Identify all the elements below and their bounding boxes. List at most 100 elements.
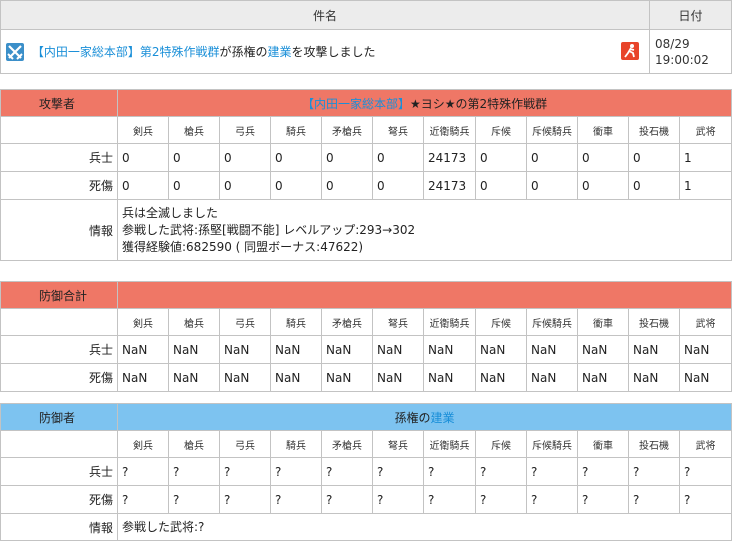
column-header: 武将: [678, 430, 732, 458]
table-cell: ?: [628, 485, 680, 514]
column-header: 近衛騎兵: [423, 430, 476, 458]
table-cell: 24173: [423, 171, 476, 200]
defense-total-casualties-row: 死傷 NaN NaN NaN NaN NaN NaN NaN NaN NaN N…: [0, 363, 732, 392]
attacker-title: 【内田一家総本部】★ヨシ★の第2特殊作戦群: [116, 89, 732, 117]
table-cell: NaN: [168, 335, 220, 364]
column-header: 衝車: [577, 308, 629, 336]
table-cell: NaN: [270, 335, 322, 364]
unit-link[interactable]: 第2特殊作戦群: [140, 45, 220, 59]
table-cell: 0: [168, 171, 220, 200]
table-cell: ?: [219, 457, 271, 486]
report-subject[interactable]: 【内田一家総本部】第2特殊作戦群が孫権の建業を攻撃しました: [0, 29, 650, 74]
defender-info: 参戦した武将:?: [116, 513, 732, 541]
report-list: 件名 日付 【内田一家総本部】第2特殊作戦群が孫権の建業を攻撃しました 08/2…: [0, 0, 732, 74]
target-city-link[interactable]: 建業: [268, 45, 292, 59]
table-cell: 0: [321, 143, 373, 172]
table-cell: 0: [321, 171, 373, 200]
column-header: 弓兵: [219, 430, 271, 458]
defender-label: 防御者: [0, 403, 118, 431]
alliance-link[interactable]: 【内田一家総本部】: [32, 45, 140, 59]
table-cell: ?: [270, 485, 322, 514]
defense-total-table: 防御合計 剣兵 槍兵 弓兵 騎兵 矛槍兵 弩兵 近衛騎兵 斥候 斥候騎兵 衝車 …: [0, 281, 732, 392]
column-header: 衝車: [577, 116, 629, 144]
column-header: 槍兵: [168, 308, 220, 336]
defender-soldiers-row: 兵士 ? ? ? ? ? ? ? ? ? ? ? ?: [0, 457, 732, 486]
table-cell: 0: [628, 143, 680, 172]
table-cell: 0: [270, 171, 322, 200]
defender-table: 防御者 孫権の建業 剣兵 槍兵 弓兵 騎兵 矛槍兵 弩兵 近衛騎兵 斥候 斥候騎…: [0, 403, 732, 541]
defender-title: 孫権の建業: [116, 403, 732, 431]
row-label: 兵士: [0, 335, 118, 364]
column-header: 弓兵: [219, 308, 271, 336]
defender-info-row: 情報 参戦した武将:?: [0, 513, 732, 541]
defense-total-soldiers-row: 兵士 NaN NaN NaN NaN NaN NaN NaN NaN NaN N…: [0, 335, 732, 364]
table-cell: 0: [117, 143, 169, 172]
column-header: 槍兵: [168, 430, 220, 458]
table-cell: ?: [372, 485, 424, 514]
column-header: 槍兵: [168, 116, 220, 144]
table-cell: ?: [168, 485, 220, 514]
info-line: 参戦した武将:?: [122, 519, 205, 534]
attacker-info-row: 情報 兵は全滅しました 参戦した武将:孫堅[戦闘不能] レベルアップ:293→3…: [0, 199, 732, 261]
column-header: 斥候: [475, 116, 527, 144]
table-cell: ?: [423, 485, 476, 514]
table-cell: NaN: [423, 335, 476, 364]
table-cell: ?: [117, 457, 169, 486]
column-header: 剣兵: [117, 430, 169, 458]
defender-casualties-row: 死傷 ? ? ? ? ? ? ? ? ? ? ? ?: [0, 485, 732, 514]
report-row[interactable]: 【内田一家総本部】第2特殊作戦群が孫権の建業を攻撃しました 08/29 19:0…: [0, 29, 732, 74]
row-label: 死傷: [0, 171, 118, 200]
table-cell: NaN: [526, 363, 578, 392]
defender-city-link[interactable]: 建業: [431, 411, 455, 425]
table-cell: ?: [321, 457, 373, 486]
table-cell: ?: [423, 457, 476, 486]
attack-runner-icon: [621, 42, 639, 60]
attacker-casualties-row: 死傷 0 0 0 0 0 0 24173 0 0 0 0 1: [0, 171, 732, 200]
message-middle: が孫権の: [219, 45, 268, 59]
info-line: 兵は全滅しました: [122, 205, 219, 220]
column-header: 騎兵: [270, 308, 322, 336]
column-header: 騎兵: [270, 430, 322, 458]
message-suffix: を攻撃しました: [291, 45, 376, 59]
table-cell: 1: [678, 171, 732, 200]
column-header: 武将: [678, 308, 732, 336]
table-cell: NaN: [678, 363, 732, 392]
table-cell: 0: [475, 143, 527, 172]
column-header: 弓兵: [219, 116, 271, 144]
table-cell: NaN: [321, 335, 373, 364]
table-cell: 0: [475, 171, 527, 200]
table-cell: ?: [577, 485, 629, 514]
column-header: 斥候騎兵: [526, 116, 578, 144]
table-cell: 1: [678, 143, 732, 172]
defense-total-columns-row: 剣兵 槍兵 弓兵 騎兵 矛槍兵 弩兵 近衛騎兵 斥候 斥候騎兵 衝車 投石機 武…: [0, 308, 732, 336]
attacker-info: 兵は全滅しました 参戦した武将:孫堅[戦闘不能] レベルアップ:293→302 …: [116, 199, 732, 261]
table-cell: NaN: [270, 363, 322, 392]
table-cell: 0: [219, 143, 271, 172]
column-header: 投石機: [628, 430, 680, 458]
column-header: 斥候騎兵: [526, 308, 578, 336]
column-header: 矛槍兵: [321, 430, 373, 458]
table-cell: NaN: [117, 335, 169, 364]
row-label: 情報: [0, 199, 118, 261]
table-cell: 0: [117, 171, 169, 200]
report-list-header: 件名 日付: [0, 0, 732, 30]
row-label: 死傷: [0, 363, 118, 392]
column-header: 投石機: [628, 308, 680, 336]
column-header: 斥候: [475, 308, 527, 336]
table-cell: 0: [526, 143, 578, 172]
table-cell: ?: [219, 485, 271, 514]
table-cell: NaN: [372, 363, 424, 392]
defender-header-row: 防御者 孫権の建業: [0, 403, 732, 431]
attacker-alliance-link[interactable]: 【内田一家総本部】: [302, 97, 410, 111]
column-header: 斥候: [475, 430, 527, 458]
table-cell: NaN: [475, 363, 527, 392]
table-cell: NaN: [577, 335, 629, 364]
table-cell: ?: [678, 457, 732, 486]
column-header: 剣兵: [117, 116, 169, 144]
info-line: 獲得経験値:682590 ( 同盟ボーナス:47622): [122, 239, 364, 254]
table-cell: NaN: [321, 363, 373, 392]
table-cell: ?: [526, 485, 578, 514]
table-cell: ?: [117, 485, 169, 514]
table-cell: ?: [628, 457, 680, 486]
table-cell: NaN: [117, 363, 169, 392]
